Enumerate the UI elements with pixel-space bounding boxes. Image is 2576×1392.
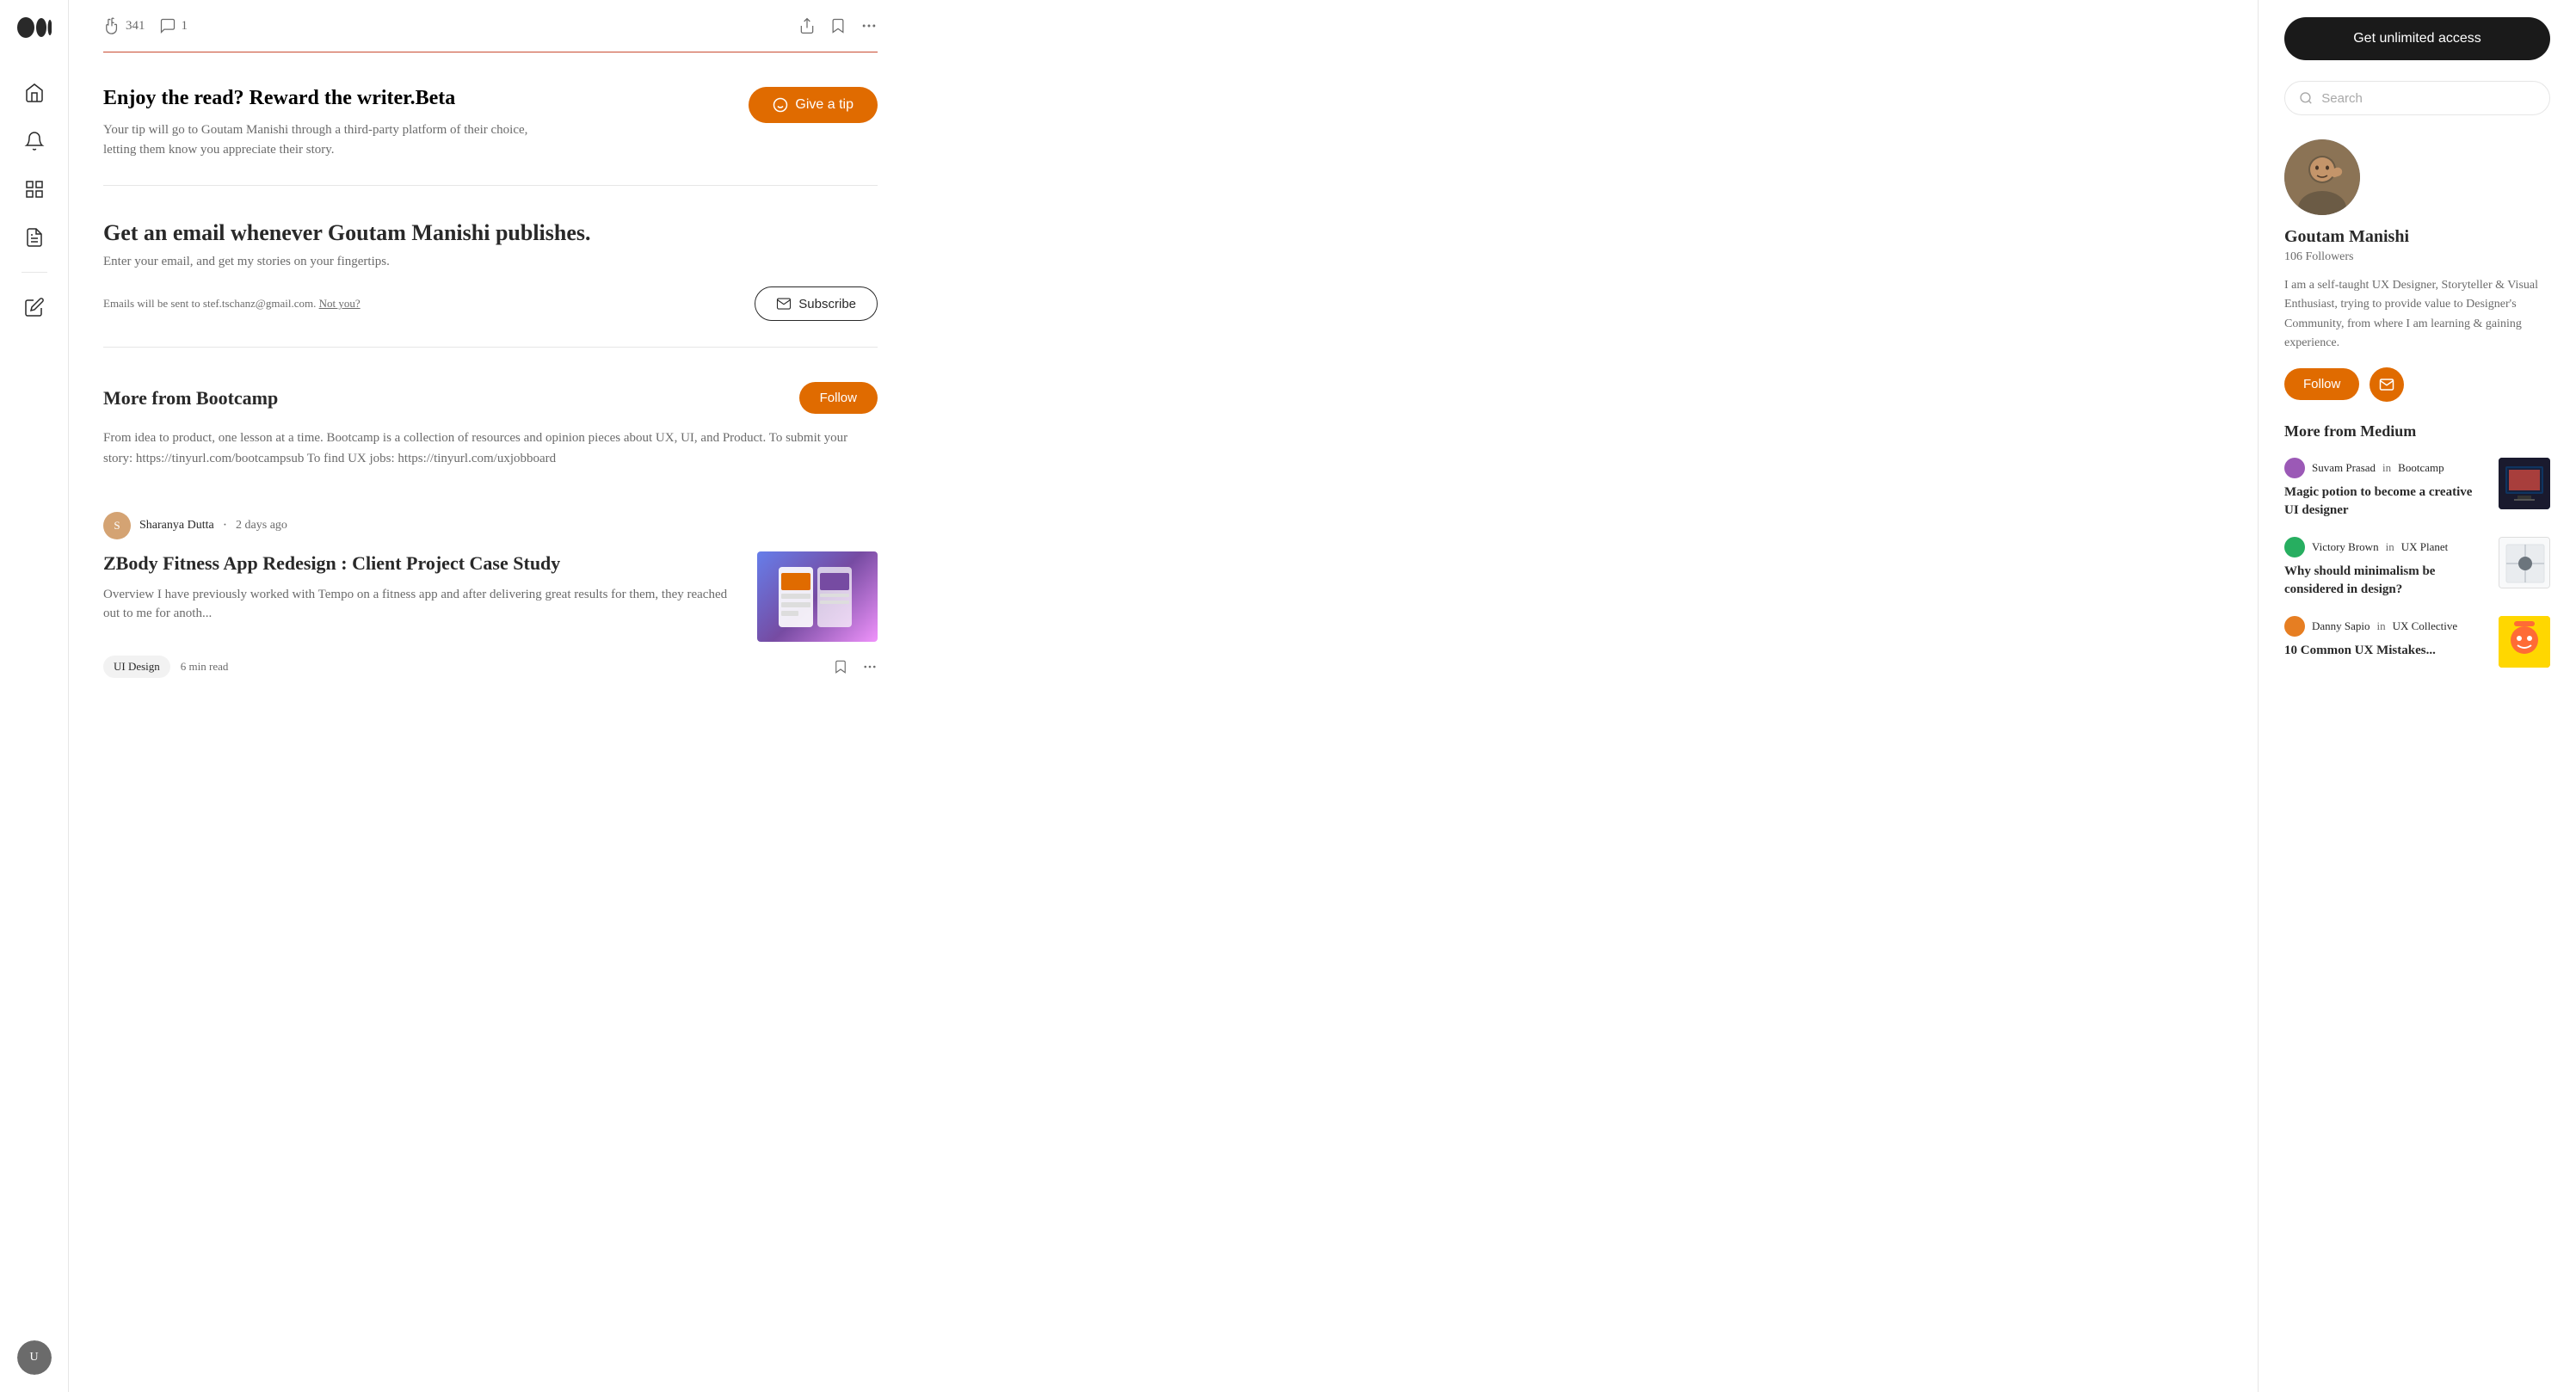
medium-article-thumb-2 xyxy=(2499,537,2550,588)
medium-article-1: Suvam Prasad in Bootcamp Magic potion to… xyxy=(2284,458,2550,520)
article-author-name[interactable]: Sharanya Dutta xyxy=(139,519,214,533)
medium-author-avatar-3 xyxy=(2284,616,2305,637)
tip-section: Enjoy the read? Reward the writer.Beta Y… xyxy=(103,52,878,186)
medium-article-author-2: Victory Brown in UX Planet xyxy=(2284,537,2487,557)
author-actions: Follow xyxy=(2284,367,2550,402)
article-text: ZBody Fitness App Redesign : Client Proj… xyxy=(103,551,740,624)
medium-article-text-1: Suvam Prasad in Bootcamp Magic potion to… xyxy=(2284,458,2487,520)
medium-author-avatar-1 xyxy=(2284,458,2305,478)
reactions-bar: 341 1 xyxy=(103,17,878,52)
more-from-medium: More from Medium Suvam Prasad in Bootcam… xyxy=(2284,422,2550,668)
clap-button[interactable]: 341 xyxy=(103,17,145,34)
article-actions xyxy=(833,659,878,674)
bootcamp-follow-button[interactable]: Follow xyxy=(799,382,878,414)
sidebar-item-notifications[interactable] xyxy=(14,120,55,162)
article-area: 341 1 xyxy=(103,0,878,712)
article-more-button[interactable] xyxy=(862,659,878,674)
subscribe-email-info: Emails will be sent to stef.tschanz@gmai… xyxy=(103,297,361,311)
article-card-excerpt: Overview I have previously worked with T… xyxy=(103,585,740,624)
tip-title-area: Enjoy the read? Reward the writer.Beta Y… xyxy=(103,87,533,159)
article-card: S Sharanya Dutta · 2 days ago ZBody Fitn… xyxy=(103,495,878,695)
left-sidebar: U xyxy=(0,0,69,1392)
article-card-inner: ZBody Fitness App Redesign : Client Proj… xyxy=(103,551,878,642)
unlimited-access-button[interactable]: Get unlimited access xyxy=(2284,17,2550,60)
article-tags: UI Design 6 min read xyxy=(103,656,228,678)
author-email-button[interactable] xyxy=(2370,367,2404,402)
medium-author-name-3: Danny Sapio xyxy=(2312,619,2370,633)
clap-count: 341 xyxy=(126,19,145,34)
author-bio: I am a self-taught UX Designer, Storytel… xyxy=(2284,276,2550,354)
article-author-row: S Sharanya Dutta · 2 days ago xyxy=(103,512,878,539)
medium-article-text-2: Victory Brown in UX Planet Why should mi… xyxy=(2284,537,2487,599)
article-date: 2 days ago xyxy=(236,519,287,533)
subscribe-button[interactable]: Subscribe xyxy=(755,286,878,321)
author-name: Goutam Manishi xyxy=(2284,227,2550,247)
tip-header: Enjoy the read? Reward the writer.Beta Y… xyxy=(103,87,878,159)
medium-article-3: Danny Sapio in UX Collective 10 Common U… xyxy=(2284,616,2550,668)
medium-author-avatar-2 xyxy=(2284,537,2305,557)
reactions-right xyxy=(798,17,878,34)
author-avatar-large xyxy=(2284,139,2360,215)
medium-article-2: Victory Brown in UX Planet Why should mi… xyxy=(2284,537,2550,599)
sidebar-item-home[interactable] xyxy=(14,72,55,114)
medium-pub-name-3: UX Collective xyxy=(2393,619,2457,633)
comment-count: 1 xyxy=(182,19,188,34)
medium-article-title-2[interactable]: Why should minimalism be considered in d… xyxy=(2284,563,2487,599)
bootcamp-description: From idea to product, one lesson at a ti… xyxy=(103,428,878,469)
search-icon xyxy=(2299,90,2313,106)
article-thumbnail xyxy=(757,551,878,642)
article-tag[interactable]: UI Design xyxy=(103,656,170,678)
medium-article-thumb-3 xyxy=(2499,616,2550,668)
medium-article-title-3[interactable]: 10 Common UX Mistakes... xyxy=(2284,642,2487,660)
sidebar-item-lists[interactable] xyxy=(14,169,55,210)
share-button[interactable] xyxy=(798,17,816,34)
author-follow-button[interactable]: Follow xyxy=(2284,368,2359,400)
subscribe-email-row: Emails will be sent to stef.tschanz@gmai… xyxy=(103,286,878,321)
tip-subtitle: Your tip will go to Goutam Manishi throu… xyxy=(103,120,533,159)
medium-article-author-1: Suvam Prasad in Bootcamp xyxy=(2284,458,2487,478)
sidebar-item-stories[interactable] xyxy=(14,217,55,258)
bookmark-button[interactable] xyxy=(829,17,847,34)
medium-article-thumb-1 xyxy=(2499,458,2550,509)
search-box[interactable] xyxy=(2284,81,2550,115)
bootcamp-section: More from Bootcamp Follow From idea to p… xyxy=(103,348,878,712)
not-you-link[interactable]: Not you? xyxy=(319,297,361,310)
more-from-medium-title: More from Medium xyxy=(2284,422,2550,440)
tip-title: Enjoy the read? Reward the writer.Beta xyxy=(103,87,533,110)
medium-pub-name-2: UX Planet xyxy=(2401,540,2449,554)
user-avatar[interactable]: U xyxy=(17,1340,52,1375)
beta-badge: Beta xyxy=(416,87,456,109)
author-card: Goutam Manishi 106 Followers I am a self… xyxy=(2284,139,2550,402)
sidebar-nav xyxy=(14,72,55,1340)
article-card-title[interactable]: ZBody Fitness App Redesign : Client Proj… xyxy=(103,551,740,576)
give-tip-button[interactable]: Give a tip xyxy=(749,87,878,123)
read-time: 6 min read xyxy=(181,660,229,674)
medium-article-text-3: Danny Sapio in UX Collective 10 Common U… xyxy=(2284,616,2487,660)
subscribe-subtitle: Enter your email, and get my stories on … xyxy=(103,255,878,269)
medium-logo[interactable] xyxy=(17,17,52,38)
bootcamp-header: More from Bootcamp Follow xyxy=(103,382,878,414)
article-author-avatar: S xyxy=(103,512,131,539)
medium-article-title-1[interactable]: Magic potion to become a creative UI des… xyxy=(2284,484,2487,520)
reactions-left: 341 1 xyxy=(103,17,188,34)
medium-article-author-3: Danny Sapio in UX Collective xyxy=(2284,616,2487,637)
sidebar-item-write[interactable] xyxy=(14,286,55,328)
main-content: 341 1 xyxy=(69,0,912,1392)
save-article-button[interactable] xyxy=(833,659,848,674)
author-followers: 106 Followers xyxy=(2284,250,2550,264)
search-input[interactable] xyxy=(2321,91,2536,106)
right-sidebar: Get unlimited access Goutam Manishi xyxy=(2258,0,2576,1392)
more-options-button[interactable] xyxy=(860,17,878,34)
sidebar-divider xyxy=(22,272,47,273)
subscribe-title: Get an email whenever Goutam Manishi pub… xyxy=(103,220,878,246)
comment-button[interactable]: 1 xyxy=(159,17,188,34)
medium-author-name-1: Suvam Prasad xyxy=(2312,461,2376,475)
thumbnail-image xyxy=(757,551,878,642)
article-footer: UI Design 6 min read xyxy=(103,656,878,678)
bootcamp-title: More from Bootcamp xyxy=(103,387,278,410)
subscribe-section: Get an email whenever Goutam Manishi pub… xyxy=(103,186,878,348)
medium-pub-name-1: Bootcamp xyxy=(2398,461,2444,475)
medium-author-name-2: Victory Brown xyxy=(2312,540,2379,554)
